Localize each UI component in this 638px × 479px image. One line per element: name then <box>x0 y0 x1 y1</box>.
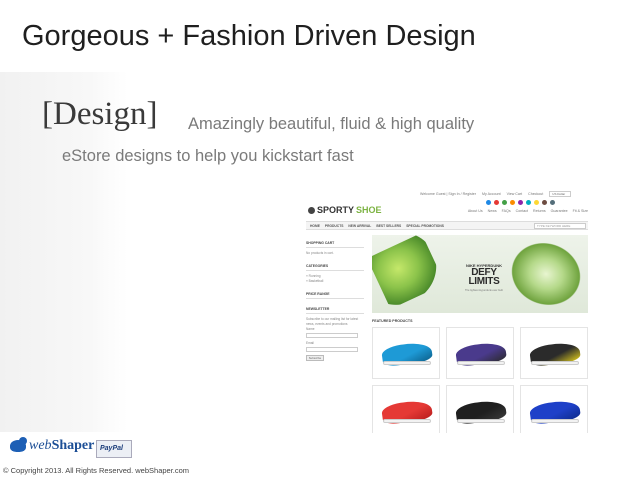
category-link[interactable]: » Basketball <box>306 279 364 284</box>
nav-item-new-arrival[interactable]: NEW ARRIVAL <box>348 224 371 228</box>
categories-heading: CATEGORIES <box>306 264 364 271</box>
swatch[interactable] <box>510 200 515 205</box>
shoe-sole <box>531 419 579 423</box>
top-link[interactable]: FAQs <box>502 209 511 213</box>
shoe-sole <box>383 361 431 365</box>
name-label: Name <box>306 327 315 331</box>
top-link[interactable]: About Us <box>468 209 483 213</box>
nav-item-special-promotions[interactable]: SPECIAL PROMOTIONS <box>406 224 444 228</box>
main-nav: HOME PRODUCTS NEW ARRIVAL BEST SELLERS S… <box>306 221 588 230</box>
copyright-text: © Copyright 2013. All Rights Reserved. w… <box>3 466 190 475</box>
product-card[interactable] <box>446 327 514 379</box>
product-grid <box>372 327 588 433</box>
currency-select[interactable]: US Dollar <box>549 191 572 197</box>
nav-item-best-sellers[interactable]: BEST SELLERS <box>376 224 401 228</box>
top-link[interactable]: Fit & Size <box>573 209 588 213</box>
featured-products-heading: FEATURED PRODUCTS <box>372 319 413 323</box>
swatch[interactable] <box>542 200 547 205</box>
logo-text-sporty: SPORTY <box>317 205 355 215</box>
top-links: About Us News FAQs Contact Returns Guara… <box>468 209 588 213</box>
banner-note: The lightest Hyperdunk ever built <box>465 289 503 292</box>
webshaper-logo: webShaper <box>10 437 95 454</box>
util-link-account[interactable]: My Account <box>482 192 501 196</box>
banner-headline-2: LIMITS <box>468 276 500 287</box>
store-sidebar: SHOPPING CART No products in cart. CATEG… <box>306 241 364 369</box>
util-link-checkout[interactable]: Checkout <box>528 192 543 196</box>
newsletter-text: Subscribe to our mailing list for latest… <box>306 317 359 326</box>
estore-mockup: Welcome Guest | Sign In / Register My Ac… <box>300 183 596 433</box>
swatch[interactable] <box>534 200 539 205</box>
top-link[interactable]: Contact <box>516 209 528 213</box>
banner-shoe-image-left <box>372 235 446 310</box>
email-label: Email <box>306 341 314 345</box>
cart-empty-text: No products in cart. <box>306 251 334 255</box>
store-logo[interactable]: SPORTY SHOE <box>308 205 382 215</box>
price-range-heading: PRICE RANGE <box>306 292 364 299</box>
util-link-cart[interactable]: View Cart <box>507 192 523 196</box>
design-heading: [Design] <box>42 96 158 132</box>
email-field[interactable] <box>306 347 358 352</box>
slide-title: Gorgeous + Fashion Driven Design <box>22 20 476 52</box>
newsletter-heading: NEWSLETTER <box>306 307 364 314</box>
shoe-sole <box>531 361 579 365</box>
top-link[interactable]: Returns <box>533 209 546 213</box>
product-card[interactable] <box>520 385 588 433</box>
promo-banner[interactable]: NIKE HYPERDUNK DEFY LIMITS The lightest … <box>372 235 588 313</box>
banner-text: NIKE HYPERDUNK DEFY LIMITS The lightest … <box>454 263 514 292</box>
subscribe-button[interactable]: Subscribe <box>306 355 324 361</box>
shoe-sole <box>457 419 505 423</box>
util-link-welcome[interactable]: Welcome Guest | Sign In / Register <box>420 192 476 196</box>
nav-item-products[interactable]: PRODUCTS <box>325 224 344 228</box>
design-description-line-1: Amazingly beautiful, fluid & high qualit… <box>188 115 475 133</box>
product-card[interactable] <box>446 385 514 433</box>
swatch[interactable] <box>486 200 491 205</box>
logo-icon <box>308 206 315 214</box>
design-description-line-2: eStore designs to help you kickstart fas… <box>62 147 354 165</box>
utility-bar: Welcome Guest | Sign In / Register My Ac… <box>420 191 588 197</box>
shoe-sole <box>457 361 505 365</box>
paypal-badge: PayPal <box>96 440 132 458</box>
swatch[interactable] <box>518 200 523 205</box>
swatch[interactable] <box>494 200 499 205</box>
swatch[interactable] <box>526 200 531 205</box>
logo-text-shoe: SHOE <box>356 205 382 215</box>
nav-item-home[interactable]: HOME <box>310 224 320 228</box>
swatch[interactable] <box>502 200 507 205</box>
top-link[interactable]: Guarantee <box>551 209 568 213</box>
bird-icon <box>10 437 27 452</box>
shoe-sole <box>383 419 431 423</box>
name-field[interactable] <box>306 333 358 338</box>
swatch[interactable] <box>550 200 555 205</box>
color-swatches <box>486 200 555 205</box>
webshaper-logo-text: webShaper <box>29 438 95 453</box>
top-link[interactable]: News <box>488 209 497 213</box>
product-card[interactable] <box>520 327 588 379</box>
product-card[interactable] <box>372 327 440 379</box>
search-input[interactable]: TYPE KEYWORD HERE <box>534 223 586 229</box>
cart-heading: SHOPPING CART <box>306 241 364 248</box>
product-card[interactable] <box>372 385 440 433</box>
